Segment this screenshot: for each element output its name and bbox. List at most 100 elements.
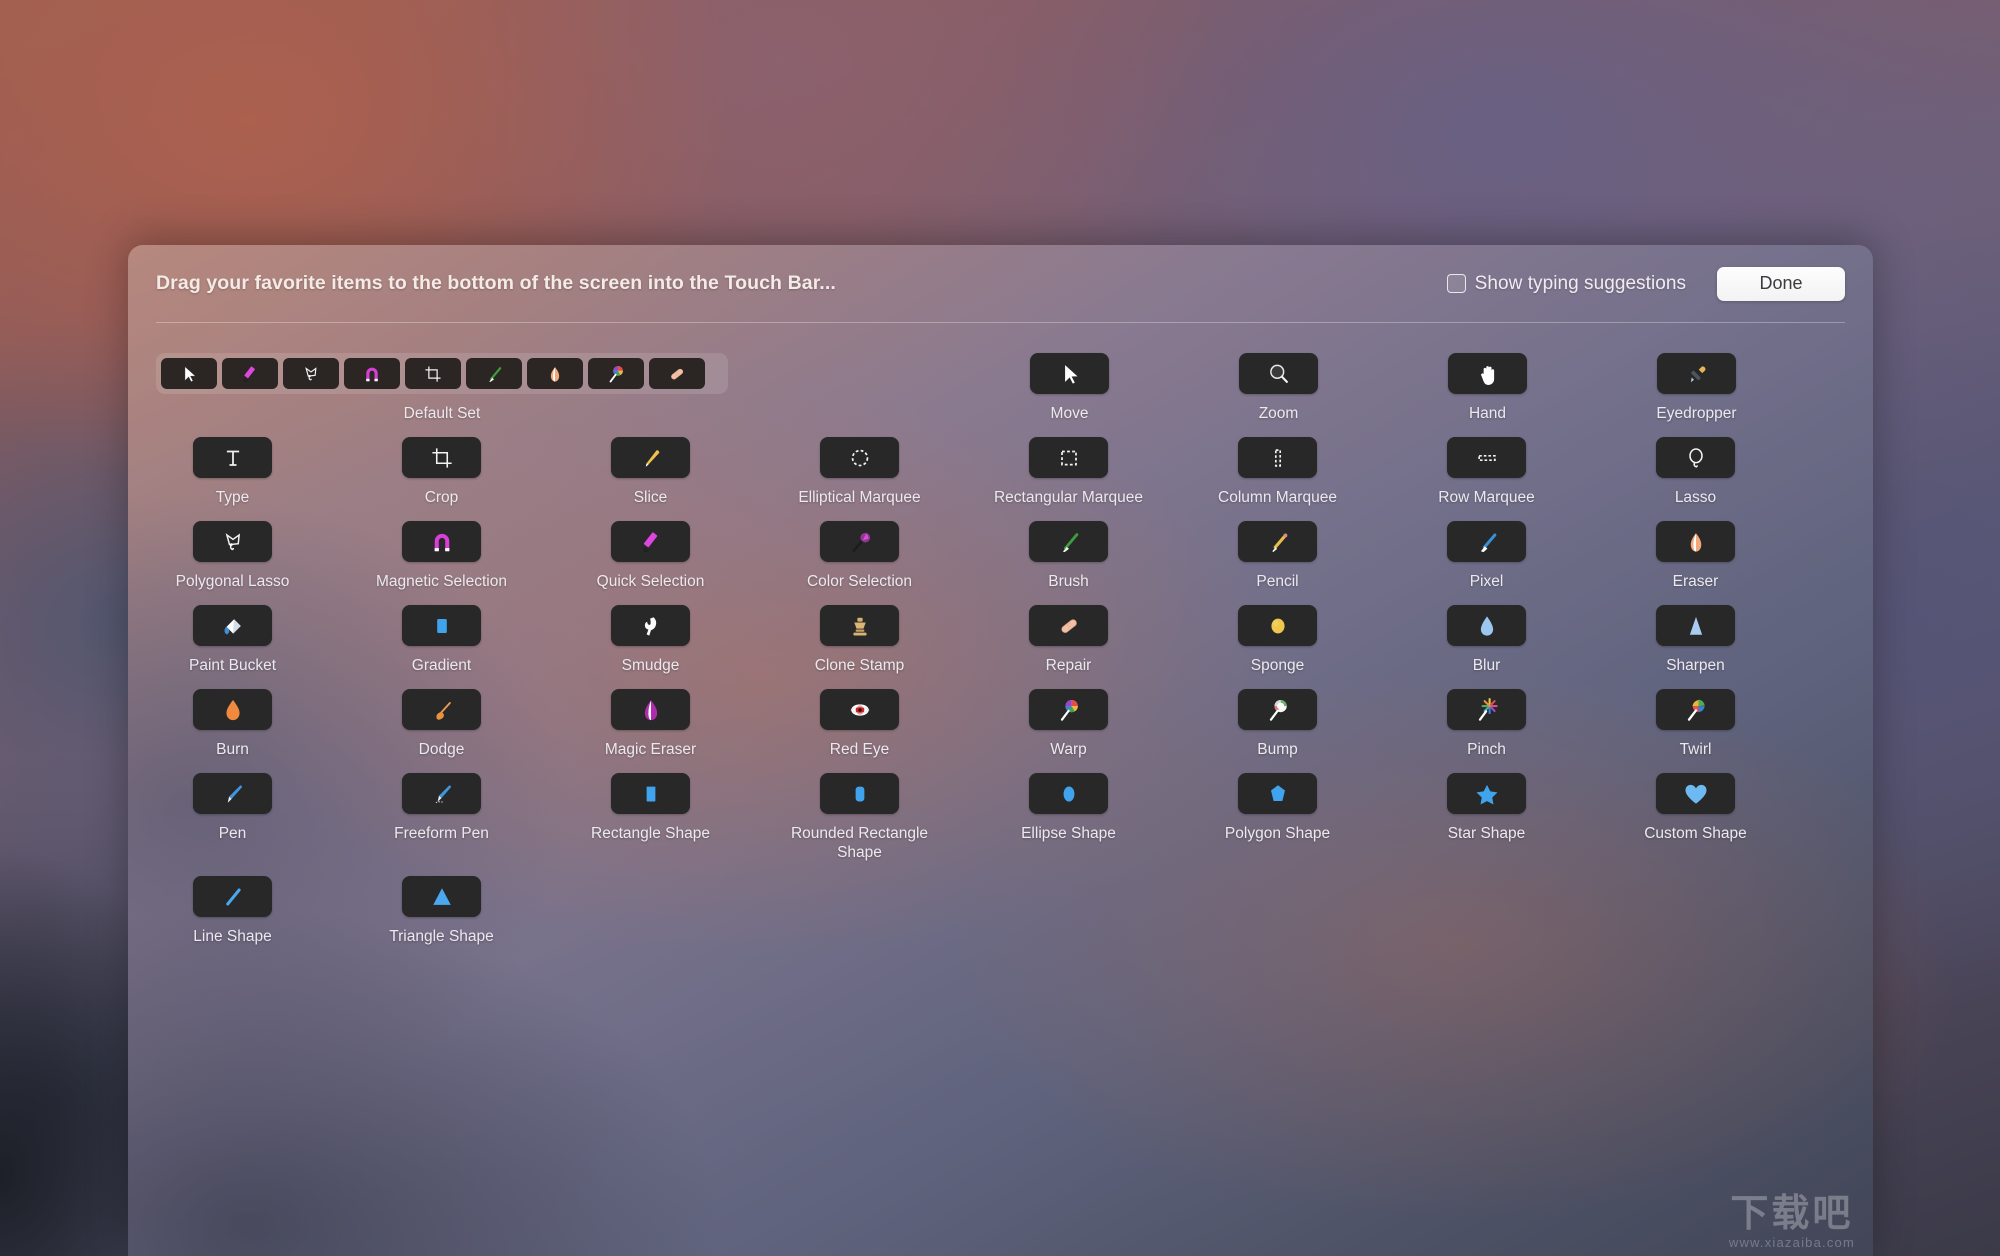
- tool-item-twirl[interactable]: Twirl: [1591, 689, 1800, 759]
- default-set-strip[interactable]: [156, 353, 728, 394]
- blur-icon[interactable]: [1447, 605, 1526, 646]
- tool-item-pixel[interactable]: Pixel: [1382, 521, 1591, 591]
- paint-bucket-icon[interactable]: [193, 605, 272, 646]
- tool-item-bump[interactable]: Bump: [1173, 689, 1382, 759]
- sponge-icon[interactable]: [1238, 605, 1317, 646]
- eraser-icon[interactable]: [527, 358, 583, 389]
- checkbox-box-icon[interactable]: [1447, 274, 1466, 293]
- tool-item-quick-selection[interactable]: Quick Selection: [546, 521, 755, 591]
- row-marquee-icon[interactable]: [1447, 437, 1526, 478]
- magnetic-selection-icon[interactable]: [344, 358, 400, 389]
- tool-item-pen[interactable]: Pen: [128, 773, 337, 843]
- dodge-icon[interactable]: [402, 689, 481, 730]
- tool-item-magic-eraser[interactable]: Magic Eraser: [546, 689, 755, 759]
- cursor-icon[interactable]: [1030, 353, 1109, 394]
- pen-icon[interactable]: [193, 773, 272, 814]
- tool-item-pinch[interactable]: Pinch: [1382, 689, 1591, 759]
- tool-item-red-eye[interactable]: Red Eye: [755, 689, 964, 759]
- rectangular-marquee-icon[interactable]: [1029, 437, 1108, 478]
- tool-item-paint-bucket[interactable]: Paint Bucket: [128, 605, 337, 675]
- tool-item-polygon-shape[interactable]: Polygon Shape: [1173, 773, 1382, 843]
- tool-item-repair[interactable]: Repair: [964, 605, 1173, 675]
- rectangle-shape-icon[interactable]: [611, 773, 690, 814]
- tool-item-type[interactable]: Type: [128, 437, 337, 507]
- tool-item-eraser[interactable]: Eraser: [1591, 521, 1800, 591]
- pencil-icon[interactable]: [1238, 521, 1317, 562]
- move-cursor-icon[interactable]: [161, 358, 217, 389]
- tool-item-pencil[interactable]: Pencil: [1173, 521, 1382, 591]
- zoom-icon[interactable]: [1239, 353, 1318, 394]
- tool-item-freeform-pen[interactable]: Freeform Pen: [337, 773, 546, 843]
- tool-item-magnetic-selection[interactable]: Magnetic Selection: [337, 521, 546, 591]
- pixel-icon[interactable]: [1447, 521, 1526, 562]
- tool-item-eyedropper[interactable]: Eyedropper: [1592, 353, 1801, 423]
- crop-icon[interactable]: [402, 437, 481, 478]
- tool-item-slice[interactable]: Slice: [546, 437, 755, 507]
- tool-item-sharpen[interactable]: Sharpen: [1591, 605, 1800, 675]
- type-icon[interactable]: [193, 437, 272, 478]
- pinch-icon[interactable]: [1447, 689, 1526, 730]
- line-shape-icon[interactable]: [193, 876, 272, 917]
- polygonal-lasso-icon[interactable]: [283, 358, 339, 389]
- lasso-icon[interactable]: [1656, 437, 1735, 478]
- tool-item-triangle-shape[interactable]: Triangle Shape: [337, 876, 546, 946]
- clone-stamp-icon[interactable]: [820, 605, 899, 646]
- magnetic-selection-icon[interactable]: [402, 521, 481, 562]
- polygonal-lasso-icon[interactable]: [193, 521, 272, 562]
- freeform-pen-icon[interactable]: [402, 773, 481, 814]
- elliptical-marquee-icon[interactable]: [820, 437, 899, 478]
- tool-item-color-selection[interactable]: Color Selection: [755, 521, 964, 591]
- tool-item-custom-shape[interactable]: Custom Shape: [1591, 773, 1800, 843]
- tool-item-rounded-rectangle-shape[interactable]: Rounded Rectangle Shape: [755, 773, 964, 862]
- tool-item-zoom[interactable]: Zoom: [1174, 353, 1383, 423]
- red-eye-icon[interactable]: [820, 689, 899, 730]
- quick-selection-icon[interactable]: [611, 521, 690, 562]
- tool-item-clone-stamp[interactable]: Clone Stamp: [755, 605, 964, 675]
- color-selection-icon[interactable]: [588, 358, 644, 389]
- tool-item-row-marquee[interactable]: Row Marquee: [1382, 437, 1591, 507]
- magic-eraser-icon[interactable]: [611, 689, 690, 730]
- bump-icon[interactable]: [1238, 689, 1317, 730]
- polygon-shape-icon[interactable]: [1238, 773, 1317, 814]
- gradient-icon[interactable]: [402, 605, 481, 646]
- tool-item-hand[interactable]: Hand: [1383, 353, 1592, 423]
- show-typing-suggestions-checkbox[interactable]: Show typing suggestions: [1447, 273, 1686, 295]
- eraser-icon[interactable]: [1656, 521, 1735, 562]
- tool-item-smudge[interactable]: Smudge: [546, 605, 755, 675]
- hand-icon[interactable]: [1448, 353, 1527, 394]
- tool-item-move[interactable]: Move: [965, 353, 1174, 423]
- tool-item-gradient[interactable]: Gradient: [337, 605, 546, 675]
- color-selection-icon[interactable]: [820, 521, 899, 562]
- tool-item-lasso[interactable]: Lasso: [1591, 437, 1800, 507]
- star-shape-icon[interactable]: [1447, 773, 1526, 814]
- done-button[interactable]: Done: [1717, 267, 1845, 301]
- tool-item-warp[interactable]: Warp: [964, 689, 1173, 759]
- brush-icon[interactable]: [1029, 521, 1108, 562]
- tool-item-column-marquee[interactable]: Column Marquee: [1173, 437, 1382, 507]
- tool-item-elliptical-marquee[interactable]: Elliptical Marquee: [755, 437, 964, 507]
- tool-item-blur[interactable]: Blur: [1382, 605, 1591, 675]
- sharpen-icon[interactable]: [1656, 605, 1735, 646]
- repair-icon[interactable]: [1029, 605, 1108, 646]
- tool-item-rectangle-shape[interactable]: Rectangle Shape: [546, 773, 755, 843]
- rounded-rectangle-shape-icon[interactable]: [820, 773, 899, 814]
- tool-item-sponge[interactable]: Sponge: [1173, 605, 1382, 675]
- tool-item-burn[interactable]: Burn: [128, 689, 337, 759]
- quick-selection-icon[interactable]: [222, 358, 278, 389]
- crop-icon[interactable]: [405, 358, 461, 389]
- tool-item-crop[interactable]: Crop: [337, 437, 546, 507]
- ellipse-shape-icon[interactable]: [1029, 773, 1108, 814]
- custom-shape-icon[interactable]: [1656, 773, 1735, 814]
- tool-item-dodge[interactable]: Dodge: [337, 689, 546, 759]
- tool-item-polygonal-lasso[interactable]: Polygonal Lasso: [128, 521, 337, 591]
- tool-item-brush[interactable]: Brush: [964, 521, 1173, 591]
- slice-icon[interactable]: [611, 437, 690, 478]
- tool-item-rectangular-marquee[interactable]: Rectangular Marquee: [964, 437, 1173, 507]
- triangle-shape-icon[interactable]: [402, 876, 481, 917]
- column-marquee-icon[interactable]: [1238, 437, 1317, 478]
- brush-icon[interactable]: [466, 358, 522, 389]
- warp-icon[interactable]: [1029, 689, 1108, 730]
- tool-item-star-shape[interactable]: Star Shape: [1382, 773, 1591, 843]
- tool-item-line-shape[interactable]: Line Shape: [128, 876, 337, 946]
- twirl-icon[interactable]: [1656, 689, 1735, 730]
